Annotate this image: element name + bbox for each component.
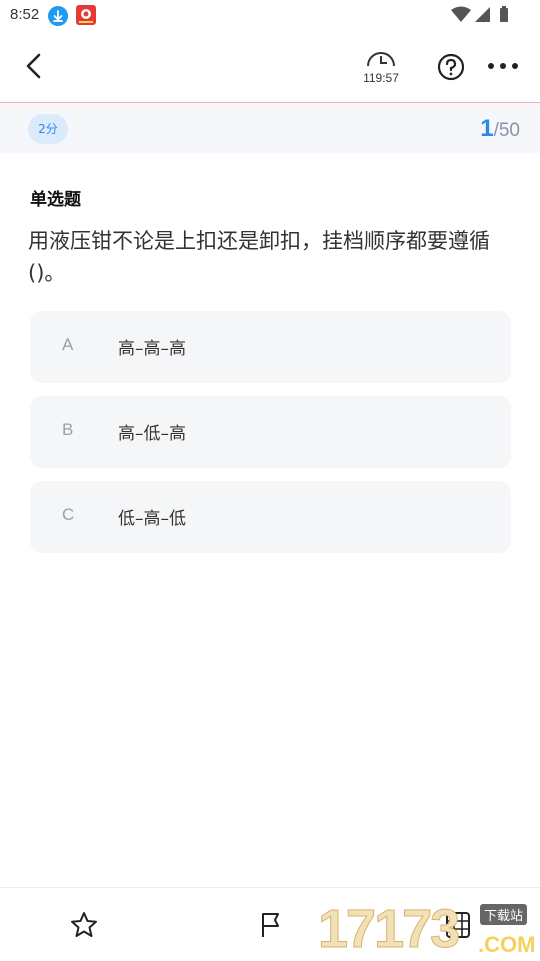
star-icon (71, 912, 97, 937)
option-text: 高–低–高 (118, 424, 186, 444)
app-icon (76, 5, 96, 25)
question-progress[interactable]: 1/50 (480, 115, 520, 143)
progress-total: /50 (493, 120, 520, 141)
flag-icon (262, 913, 279, 937)
question-text: 用液压钳不论是上扣还是卸扣，挂档顺序都要遵循()。 (28, 229, 490, 285)
progress-current: 1 (480, 115, 494, 142)
watermark-domain: .COM (478, 932, 536, 957)
status-bar: 8:52 (0, 0, 540, 30)
mark-button[interactable] (256, 910, 286, 940)
option-letter: A (62, 335, 74, 354)
more-button[interactable] (486, 56, 520, 76)
watermark-number: 17173 (317, 899, 460, 960)
option-c[interactable]: C 低–高–低 (30, 481, 511, 553)
signal-icon (475, 7, 490, 22)
favorite-button[interactable] (69, 910, 99, 940)
exam-timer[interactable]: 119:57 (356, 50, 406, 94)
status-time: 8:52 (10, 6, 40, 23)
watermark-tag: 下载站 (480, 904, 528, 925)
option-text: 低–高–低 (118, 509, 186, 529)
option-b[interactable]: B 高–低–高 (30, 396, 511, 468)
timer-text: 119:57 (363, 71, 399, 85)
more-icon (488, 63, 518, 69)
back-button[interactable] (20, 48, 50, 84)
top-header: 119:57 (0, 30, 540, 103)
score-bar: 2分 1/50 (0, 103, 540, 153)
option-letter: B (62, 420, 74, 439)
help-icon (437, 53, 465, 81)
score-badge: 2分 (28, 114, 68, 144)
battery-icon (500, 8, 508, 22)
download-icon (48, 6, 68, 26)
help-button[interactable] (436, 52, 466, 82)
wifi-icon (451, 6, 471, 22)
option-a[interactable]: A 高–高–高 (30, 311, 511, 383)
question-type: 单选题 (30, 190, 81, 210)
option-letter: C (62, 505, 75, 524)
option-text: 高–高–高 (118, 339, 186, 359)
status-icons (450, 6, 512, 28)
watermark-logo: 17173 下载站 .COM (317, 898, 540, 960)
clock-icon (367, 52, 395, 67)
